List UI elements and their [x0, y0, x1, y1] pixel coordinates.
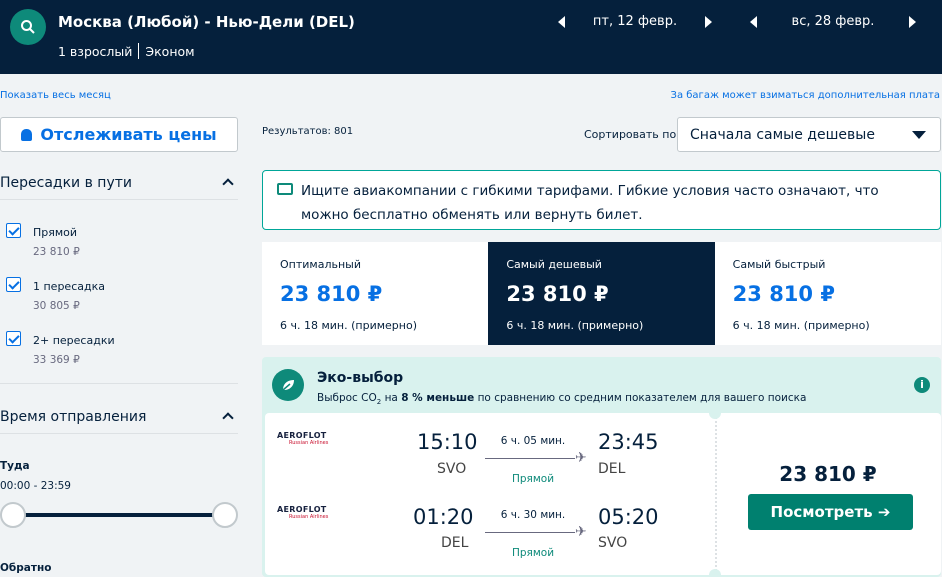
stops-info[interactable]: Прямой	[483, 547, 583, 559]
stop-one-label[interactable]: 1 пересадка	[33, 280, 105, 293]
flight-duration: 6 ч. 30 мин.	[500, 509, 566, 521]
stop-one-checkbox[interactable]	[6, 277, 21, 292]
divider	[0, 433, 238, 434]
trip-details[interactable]: 1 взрослый Эконом	[58, 43, 195, 59]
bell-icon	[21, 128, 33, 141]
tab-title: Самый быстрый	[732, 258, 826, 271]
departure-airport: SVO	[437, 461, 467, 477]
depart-date[interactable]: пт, 12 февр.	[565, 14, 705, 29]
track-prices-label: Отслеживать цены	[40, 125, 217, 144]
flight-ticket[interactable]: AEROFLOT Russian Airlines 15:10 SVO 6 ч.…	[265, 413, 941, 575]
ticket-divider	[715, 413, 717, 575]
stop-one-price: 30 805 ₽	[33, 300, 80, 312]
ticket-notch	[709, 407, 721, 419]
return-date[interactable]: вс, 28 февр.	[757, 14, 909, 29]
flexible-fares-banner: Ищите авиакомпании с гибкими тарифами. Г…	[262, 170, 941, 230]
tab-duration: 6 ч. 18 мин. (примерно)	[280, 319, 417, 332]
stop-two-plus-checkbox[interactable]	[6, 331, 21, 346]
stops-filter-title[interactable]: Пересадки в пути	[0, 175, 132, 191]
aeroflot-logo: AEROFLOT Russian Airlines	[277, 431, 329, 446]
stop-direct-price: 23 810 ₽	[33, 246, 80, 258]
caret-down-icon	[912, 131, 926, 139]
return-label: Обратно	[0, 562, 52, 574]
flight-duration: 6 ч. 05 мин.	[500, 435, 566, 447]
ticket-price: 23 810 ₽	[779, 462, 877, 486]
view-deal-button[interactable]: Посмотреть ➔	[748, 494, 913, 530]
banner-text: Ищите авиакомпании с гибкими тарифами. Г…	[301, 183, 879, 223]
arrival-time: 23:45	[598, 430, 659, 454]
stop-direct-label[interactable]: Прямой	[33, 226, 77, 239]
tab-duration: 6 ч. 18 мин. (примерно)	[732, 319, 870, 332]
divider	[0, 383, 238, 384]
results-count: Результатов: 801	[262, 126, 354, 137]
search-icon	[21, 20, 35, 34]
ticket-notch	[709, 569, 721, 577]
tab-title: Оптимальный	[280, 258, 361, 271]
track-prices-button[interactable]: Отслеживать цены	[0, 117, 238, 152]
return-date-nav: вс, 28 февр.	[750, 14, 916, 29]
departure-time-title[interactable]: Время отправления	[0, 409, 146, 425]
stop-two-plus-price: 33 369 ₽	[33, 354, 80, 366]
separator	[138, 43, 140, 59]
slider-handle-start[interactable]	[0, 502, 26, 528]
arrival-airport: SVO	[598, 535, 628, 551]
eco-subtitle: Выброс CO2 на 8 % меньше по сравнению со…	[317, 392, 807, 407]
tab-price: 23 810 ₽	[280, 282, 383, 306]
chevron-up-icon[interactable]	[222, 412, 234, 424]
tab-duration: 6 ч. 18 мин. (примерно)	[506, 319, 644, 332]
passengers-count: 1 взрослый	[58, 43, 133, 59]
search-summary-header: Москва (Любой) - Нью-Дели (DEL) 1 взросл…	[0, 0, 942, 74]
departure-time: 15:10	[417, 430, 478, 454]
next-depart-date-icon[interactable]	[705, 15, 712, 28]
prev-return-date-icon[interactable]	[750, 15, 757, 28]
sort-select[interactable]: Сначала самые дешевые	[677, 117, 941, 152]
prev-depart-date-icon[interactable]	[558, 15, 565, 28]
outbound-label: Туда	[0, 460, 30, 472]
route-title[interactable]: Москва (Любой) - Нью-Дели (DEL)	[58, 13, 355, 31]
show-month-link[interactable]: Показать весь месяц	[0, 90, 111, 101]
baggage-fee-link[interactable]: За багаж может взиматься дополнительная …	[671, 90, 940, 101]
chevron-up-icon[interactable]	[222, 178, 234, 190]
departure-time: 01:20	[413, 505, 474, 529]
stop-two-plus-label[interactable]: 2+ пересадки	[33, 334, 115, 347]
info-icon[interactable]: i	[914, 377, 930, 393]
outbound-leg: AEROFLOT Russian Airlines 15:10 SVO 6 ч.…	[265, 413, 715, 487]
next-return-date-icon[interactable]	[909, 15, 916, 28]
aeroflot-logo: AEROFLOT Russian Airlines	[277, 505, 329, 520]
tab-best[interactable]: Оптимальный 23 810 ₽ 6 ч. 18 мин. (приме…	[262, 242, 488, 345]
ticket-icon	[277, 183, 293, 195]
cabin-class: Эконом	[145, 43, 195, 59]
arrival-airport: DEL	[598, 461, 626, 477]
stops-info[interactable]: Прямой	[483, 473, 583, 485]
depart-date-nav: пт, 12 февр.	[558, 14, 712, 29]
tab-fastest[interactable]: Самый быстрый 23 810 ₽ 6 ч. 18 мин. (при…	[715, 242, 941, 345]
plane-icon: ✈	[575, 524, 587, 540]
tab-price: 23 810 ₽	[732, 282, 835, 306]
sort-value: Сначала самые дешевые	[690, 126, 875, 143]
plane-icon: ✈	[575, 450, 587, 466]
eco-title: Эко-выбор	[317, 370, 404, 386]
return-leg: AEROFLOT Russian Airlines 01:20 DEL 6 ч.…	[265, 487, 715, 561]
sort-tabs: Оптимальный 23 810 ₽ 6 ч. 18 мин. (приме…	[262, 242, 941, 345]
outbound-time-range: 00:00 - 23:59	[0, 480, 71, 492]
route-line	[485, 458, 575, 459]
slider-handle-end[interactable]	[212, 502, 238, 528]
route-line	[485, 532, 575, 533]
tab-price: 23 810 ₽	[506, 282, 609, 306]
departure-airport: DEL	[441, 535, 469, 551]
tab-cheapest[interactable]: Самый дешевый 23 810 ₽ 6 ч. 18 мин. (при…	[488, 242, 715, 345]
arrival-time: 05:20	[598, 505, 659, 529]
outbound-time-slider[interactable]	[10, 513, 228, 517]
tab-title: Самый дешевый	[506, 258, 602, 271]
search-button[interactable]	[10, 9, 46, 45]
sort-label: Сортировать по	[584, 128, 677, 141]
stop-direct-checkbox[interactable]	[6, 223, 21, 238]
divider	[0, 199, 238, 200]
leaf-icon	[272, 369, 304, 401]
